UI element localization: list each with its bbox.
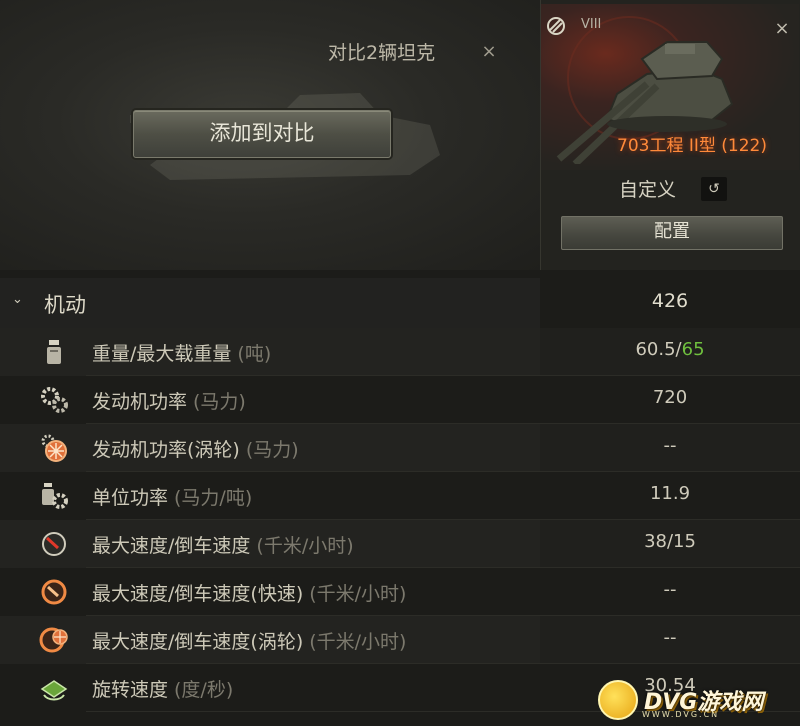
stat-label: 重量/最大载重量 [92, 343, 232, 365]
stat-label: 旋转速度 [92, 679, 169, 701]
section-value: 426 [651, 290, 689, 312]
stat-row-weight: 重量/最大载重量 (吨) 60.5/65 [0, 328, 800, 376]
stat-label: 单位功率 [92, 487, 169, 509]
speedometer-icon [42, 532, 66, 556]
tank-name: 703工程 II型 (122) [617, 136, 767, 156]
compare-close-button[interactable]: × [477, 40, 501, 64]
stat-value: 60.5/65 [635, 339, 705, 360]
compare-panel: 对比2辆坦克 × 添加到对比 [0, 0, 540, 270]
stat-label: 发动机功率(涡轮) [92, 439, 240, 461]
stat-value: 720 [652, 387, 688, 408]
section-mobility-header[interactable]: ⌄ 机动 426 [0, 278, 800, 328]
section-title: 机动 [44, 293, 86, 317]
stat-unit: (马力/吨) [174, 487, 253, 509]
site-watermark: DVG游戏网 WWW.DVG.CN [598, 680, 763, 720]
stat-value: 38/15 [644, 531, 696, 552]
remove-tank-button[interactable]: × [771, 18, 793, 40]
stat-label: 发动机功率 [92, 391, 188, 413]
add-to-compare-button[interactable]: 添加到对比 [133, 110, 391, 158]
stats-table: ⌄ 机动 426 重量/最大载重量 (吨) 60.5/65 发动机功率 (马力) 7… [0, 278, 800, 726]
stat-unit: (马力) [245, 439, 299, 461]
stat-row-max-speed: 最大速度/倒车速度 (千米/小时) 38/15 [0, 520, 800, 568]
turbo-speed-icon [39, 627, 68, 653]
stat-row-max-speed-fast: 最大速度/倒车速度(快速) (千米/小时) -- [0, 568, 800, 616]
stat-label: 最大速度/倒车速度 [92, 535, 251, 557]
stat-unit: (千米/小时) [256, 535, 354, 557]
stat-unit: (吨) [237, 343, 272, 365]
stat-unit: (千米/小时) [309, 631, 407, 653]
stat-label: 最大速度/倒车速度(涡轮) [92, 631, 304, 653]
stat-row-engine-power: 发动机功率 (马力) 720 [0, 376, 800, 424]
chevron-down-icon: ⌄ [12, 292, 23, 307]
stat-value: 11.9 [649, 483, 691, 504]
watermark-logo-icon [598, 680, 638, 720]
configure-button[interactable]: 配置 [561, 216, 783, 250]
stat-row-turbo-power: 发动机功率(涡轮) (马力) -- [0, 424, 800, 472]
tank-card[interactable]: VIII × 703工程 II型 (122) [541, 4, 799, 170]
stat-value: -- [663, 435, 677, 456]
stat-unit: (马力) [193, 391, 246, 413]
fast-speed-icon [41, 579, 67, 605]
turbo-engine-icon [41, 434, 67, 462]
stat-row-specific-power: 单位功率 (马力/吨) 11.9 [0, 472, 800, 520]
watermark-subtext: WWW.DVG.CN [642, 710, 720, 719]
tank-column: VIII × 703工程 II型 (122) 自定义 ↺ 配置 [540, 0, 800, 270]
stat-unit: (千米/小时) [309, 583, 407, 605]
stat-label: 最大速度/倒车速度(快速) [92, 583, 304, 605]
traverse-speed-icon [40, 680, 68, 701]
weight-icon [47, 340, 61, 364]
specific-power-icon [42, 483, 68, 509]
stat-value: -- [663, 579, 677, 600]
stat-value: -- [663, 627, 677, 648]
compare-title: 对比2辆坦克 [328, 42, 436, 64]
reset-config-button[interactable]: ↺ [701, 177, 727, 201]
stat-row-max-speed-turbo: 最大速度/倒车速度(涡轮) (千米/小时) -- [0, 616, 800, 664]
custom-config-label: 自定义 [619, 179, 677, 201]
engine-gears-icon [41, 387, 68, 413]
stat-unit: (度/秒) [174, 679, 234, 701]
